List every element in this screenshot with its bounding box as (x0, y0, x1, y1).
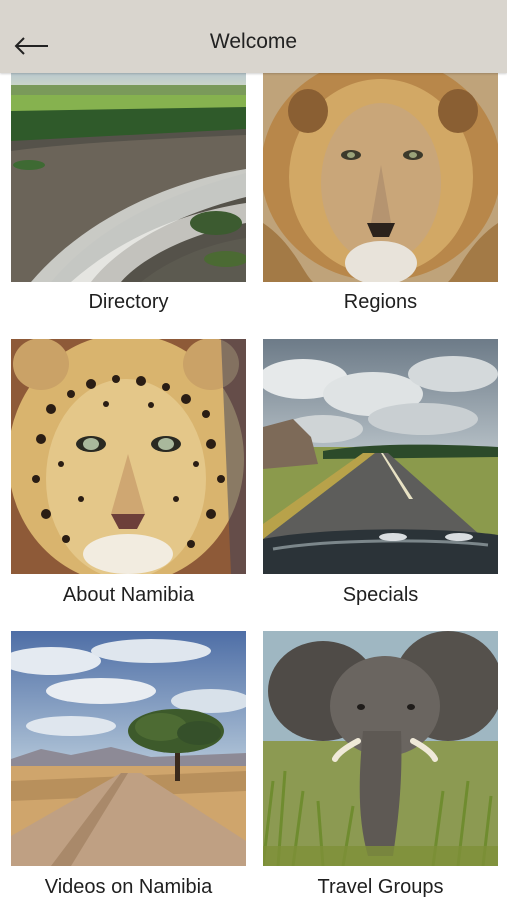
tile-label: Regions (343, 291, 418, 313)
page-title: Welcome (209, 30, 298, 53)
app-bar: Welcome (0, 0, 507, 73)
travel-groups-photo (263, 631, 498, 866)
tile-label: Travel Groups (317, 876, 444, 898)
about-namibia-photo (11, 339, 246, 574)
videos-on-namibia-photo (11, 631, 246, 866)
regions-photo (263, 73, 498, 282)
tile-label: Directory (88, 291, 169, 313)
tile-label: Specials (342, 584, 419, 606)
tile-label: Videos on Namibia (44, 876, 213, 898)
directory-photo (11, 73, 246, 282)
specials-photo (263, 339, 498, 574)
tile-label: About Namibia (62, 584, 195, 606)
menu-grid: Directory Regions About Namibia Specials… (0, 73, 507, 900)
